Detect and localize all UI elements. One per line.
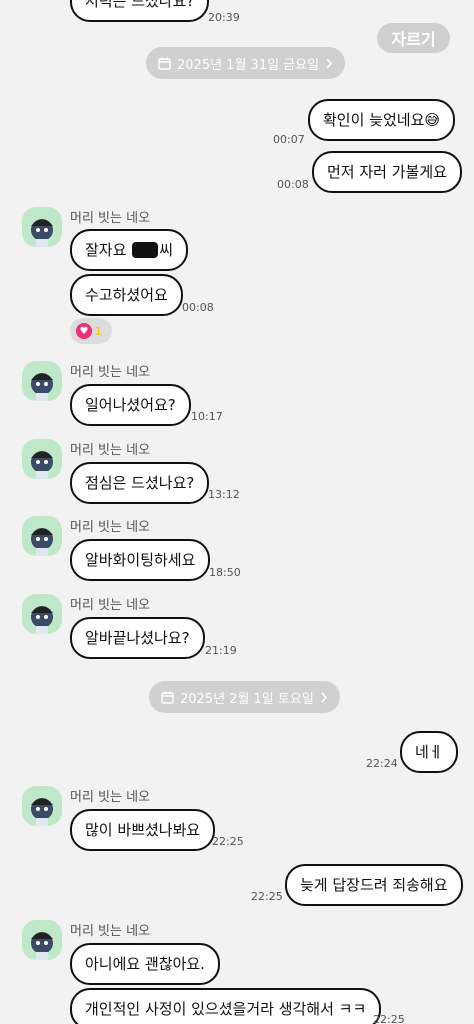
sender-name: 머리 빗는 네오 bbox=[70, 443, 151, 458]
message-time: 00:08 bbox=[277, 178, 309, 191]
date-label: 2025년 2월 1일 토요일 bbox=[180, 691, 314, 707]
heart-icon: ♥ bbox=[76, 323, 92, 339]
message-text: 개인적인 사정이 있으셨을거라 생각해서 ㅋㅋ bbox=[85, 1000, 367, 1018]
message-bubble[interactable]: 잘자요 씨 bbox=[70, 229, 188, 271]
sender-name: 머리 빗는 네오 bbox=[70, 211, 151, 226]
message-text: 일어나셨어요? bbox=[85, 396, 176, 414]
avatar[interactable] bbox=[22, 920, 62, 960]
calendar-icon bbox=[161, 691, 174, 704]
censored-name bbox=[132, 242, 159, 258]
date-divider[interactable]: 2025년 2월 1일 토요일 bbox=[149, 681, 340, 713]
sender-name: 머리 빗는 네오 bbox=[70, 598, 151, 613]
message-text: 씨 bbox=[159, 241, 173, 259]
cut-button[interactable]: 자르기 bbox=[377, 23, 450, 53]
message-time: 21:19 bbox=[205, 644, 237, 657]
message-bubble[interactable]: 수고하셨어요 bbox=[70, 274, 183, 316]
message-time: 22:25 bbox=[373, 1013, 405, 1024]
message-text: 확인이 늦었네요 bbox=[323, 111, 425, 129]
avatar[interactable] bbox=[22, 439, 62, 479]
message-bubble[interactable]: 점심은 드셨나요? bbox=[70, 462, 210, 504]
date-label: 2025년 1월 31일 금요일 bbox=[177, 57, 320, 73]
neo-character-icon bbox=[31, 606, 53, 634]
sender-name: 머리 빗는 네오 bbox=[70, 790, 151, 805]
message-text: 늦게 답장드려 죄송해요 bbox=[300, 876, 448, 894]
message-time: 00:08 bbox=[182, 301, 214, 314]
message-text: 점심은 드셨나요? bbox=[85, 474, 195, 492]
message-bubble[interactable]: 개인적인 사정이 있으셨을거라 생각해서 ㅋㅋ bbox=[70, 988, 382, 1024]
message-bubble[interactable]: 알바끝나셨나요? bbox=[70, 617, 205, 659]
avatar[interactable] bbox=[22, 207, 62, 247]
neo-character-icon bbox=[31, 798, 53, 826]
message-time: 22:24 bbox=[366, 757, 398, 770]
message-time: 22:25 bbox=[212, 835, 244, 848]
message-bubble[interactable]: 네ㅔ bbox=[400, 731, 458, 773]
neo-character-icon bbox=[31, 451, 53, 479]
message-text: 먼저 자러 가볼게요 bbox=[327, 163, 447, 181]
neo-character-icon bbox=[31, 932, 53, 960]
message-time: 18:50 bbox=[209, 566, 241, 579]
sender-name: 머리 빗는 네오 bbox=[70, 924, 151, 939]
message-time: 13:12 bbox=[208, 488, 240, 501]
message-text: 잘자요 bbox=[85, 241, 127, 259]
message-bubble[interactable]: 일어나셨어요? bbox=[70, 384, 191, 426]
neo-character-icon bbox=[31, 219, 53, 247]
message-text: 수고하셨어요 bbox=[85, 286, 168, 304]
sweat-smile-emoji: 😅 bbox=[424, 111, 441, 129]
message-time: 00:07 bbox=[273, 133, 305, 146]
date-divider[interactable]: 2025년 1월 31일 금요일 bbox=[146, 47, 346, 79]
avatar[interactable] bbox=[22, 361, 62, 401]
message-bubble[interactable]: 늦게 답장드려 죄송해요 bbox=[285, 864, 463, 906]
sender-name: 머리 빗는 네오 bbox=[70, 365, 151, 380]
avatar[interactable] bbox=[22, 594, 62, 634]
message-time: 10:17 bbox=[191, 410, 223, 423]
message-text: 저녁은 드셨나요? bbox=[85, 0, 195, 10]
message-bubble[interactable]: 많이 바쁘셨나봐요 bbox=[70, 809, 216, 851]
message-bubble[interactable]: 저녁은 드셨나요? bbox=[70, 0, 210, 22]
message-bubble[interactable]: 확인이 늦었네요😅 bbox=[308, 99, 456, 141]
avatar[interactable] bbox=[22, 786, 62, 826]
message-text: 많이 바쁘셨나봐요 bbox=[85, 821, 201, 839]
neo-character-icon bbox=[31, 373, 53, 401]
message-bubble[interactable]: 알바화이팅하세요 bbox=[70, 539, 211, 581]
message-bubble[interactable]: 먼저 자러 가볼게요 bbox=[312, 151, 462, 193]
chevron-right-icon bbox=[326, 57, 333, 69]
message-text: 네ㅔ bbox=[415, 743, 443, 761]
chevron-right-icon bbox=[321, 691, 327, 703]
neo-character-icon bbox=[31, 528, 53, 556]
message-text: 알바화이팅하세요 bbox=[85, 551, 196, 569]
avatar[interactable] bbox=[22, 516, 62, 556]
message-text: 아니에요 괜찮아요. bbox=[85, 955, 205, 973]
message-time: 22:25 bbox=[251, 890, 283, 903]
reaction-badge[interactable]: ♥ 1 bbox=[70, 318, 112, 344]
message-time: 20:39 bbox=[208, 11, 240, 24]
message-text: 알바끝나셨나요? bbox=[85, 629, 190, 647]
message-bubble[interactable]: 아니에요 괜찮아요. bbox=[70, 943, 220, 985]
calendar-icon bbox=[158, 57, 171, 70]
reaction-count: 1 bbox=[95, 324, 102, 338]
sender-name: 머리 빗는 네오 bbox=[70, 520, 151, 535]
